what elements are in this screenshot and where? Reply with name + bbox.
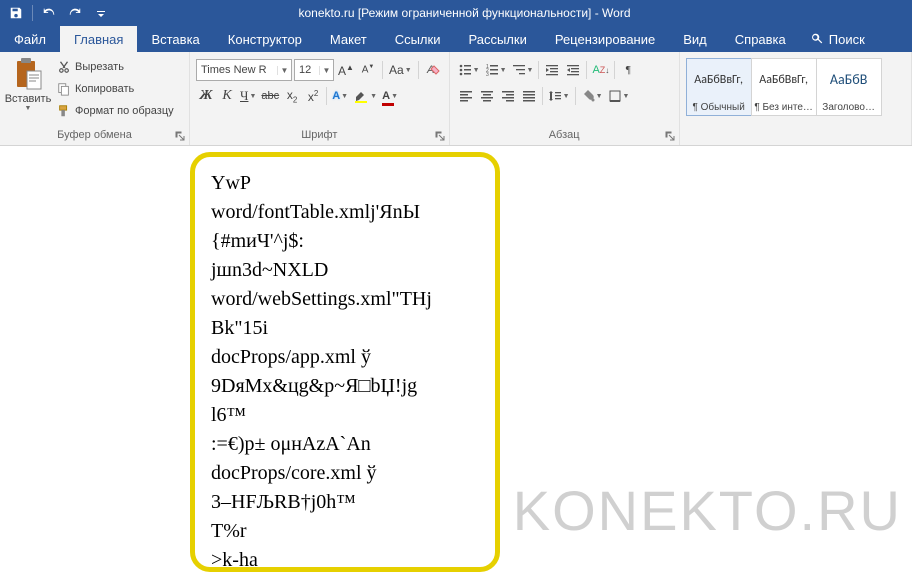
document-body-text[interactable]: YwP word/fontTable.xmlj'ЯnЫ {#mиЧ'^j$: j… <box>211 169 479 572</box>
save-button[interactable] <box>4 2 28 24</box>
paragraph-dialog-launcher[interactable] <box>663 129 677 143</box>
tab-file[interactable]: Файл <box>0 26 60 52</box>
style-heading1-label: Заголово… <box>817 100 881 115</box>
borders-button[interactable]: ▼ <box>606 85 632 107</box>
superscript-button[interactable]: x2 <box>303 85 323 107</box>
change-case-button[interactable]: Aa▼ <box>387 59 414 81</box>
font-size-combo[interactable]: 12 ▼ <box>294 59 334 81</box>
style-normal[interactable]: АаБбВвГг, ¶ Обычный <box>686 58 752 116</box>
line-spacing-button[interactable]: ▼ <box>546 85 572 107</box>
sort-button[interactable]: AZ↓ <box>590 59 611 81</box>
tab-review[interactable]: Рецензирование <box>541 26 669 52</box>
multilevel-list-button[interactable]: ▼ <box>510 59 536 81</box>
format-painter-button[interactable]: Формат по образцу <box>54 101 177 121</box>
grow-font-button[interactable]: A▲ <box>336 59 356 81</box>
font-color-button[interactable]: A▼ <box>380 85 400 107</box>
style-no-spacing-label: ¶ Без инте… <box>752 100 816 115</box>
style-no-spacing[interactable]: АаБбВвГг, ¶ Без инте… <box>751 58 817 116</box>
style-heading1[interactable]: АаБбВ Заголово… <box>816 58 882 116</box>
align-right-button[interactable] <box>498 85 518 107</box>
shrink-font-button[interactable]: A▼ <box>358 59 378 81</box>
paste-button[interactable]: Вставить ▼ <box>6 55 50 112</box>
undo-button[interactable] <box>37 2 61 24</box>
chevron-down-icon[interactable]: ▼ <box>319 66 333 75</box>
font-dialog-launcher[interactable] <box>433 129 447 143</box>
paste-label: Вставить <box>5 93 52 105</box>
redo-button[interactable] <box>63 2 87 24</box>
clear-formatting-button[interactable]: A <box>423 59 443 81</box>
tab-home[interactable]: Главная <box>60 26 137 52</box>
font-name-value: Times New R <box>197 64 277 76</box>
justify-button[interactable] <box>519 85 539 107</box>
clipboard-group-label: Буфер обмена <box>6 127 183 143</box>
align-center-button[interactable] <box>477 85 497 107</box>
increase-indent-button[interactable] <box>563 59 583 81</box>
cut-label: Вырезать <box>75 61 124 73</box>
align-left-button[interactable] <box>456 85 476 107</box>
document-highlight-box: YwP word/fontTable.xmlj'ЯnЫ {#mиЧ'^j$: j… <box>190 152 500 572</box>
text-effects-button[interactable]: A▼ <box>330 85 350 107</box>
highlight-button[interactable]: ▼ <box>351 85 379 107</box>
shading-button[interactable]: ▼ <box>579 85 605 107</box>
tab-help[interactable]: Справка <box>721 26 800 52</box>
qat-customize[interactable] <box>89 2 113 24</box>
font-name-combo[interactable]: Times New R ▼ <box>196 59 292 81</box>
svg-text:3: 3 <box>486 72 489 77</box>
style-preview: АаБбВ <box>817 59 881 100</box>
font-size-value: 12 <box>295 64 319 76</box>
style-normal-label: ¶ Обычный <box>687 100 751 115</box>
cut-button[interactable]: Вырезать <box>54 57 177 77</box>
format-painter-label: Формат по образцу <box>75 105 174 117</box>
style-preview: АаБбВвГг, <box>752 59 816 100</box>
numbering-button[interactable]: 123▼ <box>483 59 509 81</box>
tab-mailings[interactable]: Рассылки <box>454 26 540 52</box>
font-group-label: Шрифт <box>196 127 443 143</box>
decrease-indent-button[interactable] <box>542 59 562 81</box>
watermark: KONEKTO.RU <box>513 478 902 543</box>
subscript-button[interactable]: x2 <box>282 85 302 107</box>
window-title: konekto.ru [Режим ограниченной функциона… <box>117 6 912 20</box>
tab-design[interactable]: Конструктор <box>214 26 316 52</box>
italic-button[interactable]: К <box>217 85 237 107</box>
copy-button[interactable]: Копировать <box>54 79 177 99</box>
strikethrough-button[interactable]: abc <box>259 85 281 107</box>
copy-label: Копировать <box>75 83 134 95</box>
clipboard-dialog-launcher[interactable] <box>173 129 187 143</box>
show-marks-button[interactable]: ¶ <box>618 59 638 81</box>
tab-view[interactable]: Вид <box>669 26 721 52</box>
bold-button[interactable]: Ж <box>196 85 216 107</box>
tab-references[interactable]: Ссылки <box>381 26 455 52</box>
bullets-button[interactable]: ▼ <box>456 59 482 81</box>
tab-insert[interactable]: Вставка <box>137 26 213 52</box>
tab-layout[interactable]: Макет <box>316 26 381 52</box>
paragraph-group-label: Абзац <box>456 127 673 143</box>
underline-button[interactable]: Ч▼ <box>238 85 258 107</box>
search-label: Поиск <box>829 32 865 47</box>
chevron-down-icon[interactable]: ▼ <box>277 66 291 75</box>
style-preview: АаБбВвГг, <box>687 59 751 100</box>
tell-me-search[interactable]: Поиск <box>800 26 875 52</box>
